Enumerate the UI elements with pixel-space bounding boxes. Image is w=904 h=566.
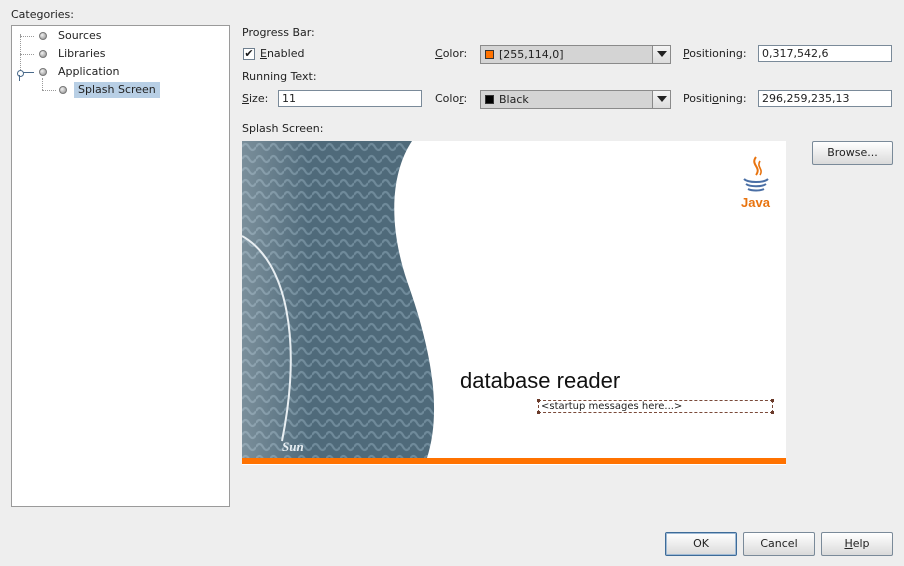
enabled-checkbox[interactable]: ✔ bbox=[243, 48, 255, 60]
categories-tree[interactable]: Sources Libraries Application Splash Scr… bbox=[11, 25, 230, 507]
color-swatch-icon bbox=[485, 95, 494, 104]
running-text-region[interactable]: <startup messages here...> bbox=[537, 399, 774, 414]
splash-background-art bbox=[242, 141, 435, 458]
running-text-section-label: Running Text: bbox=[242, 70, 317, 83]
size-label: Size: bbox=[242, 92, 269, 105]
progress-positioning-field[interactable]: 0,317,542,6 bbox=[758, 45, 892, 62]
cancel-button[interactable]: Cancel bbox=[743, 532, 815, 556]
running-positioning-label: Positioning: bbox=[683, 92, 747, 105]
tree-item-libraries[interactable]: Libraries bbox=[58, 46, 106, 62]
splash-title: database reader bbox=[460, 368, 621, 393]
progress-positioning-label: Positioning: bbox=[683, 47, 747, 60]
resize-handle[interactable] bbox=[537, 411, 540, 414]
splash-preview: Sun Java database reader <startup messag… bbox=[242, 141, 786, 465]
progress-color-label: Color: bbox=[435, 47, 468, 60]
ok-button[interactable]: OK bbox=[665, 532, 737, 556]
categories-label: Categories: bbox=[11, 8, 74, 21]
tree-connector bbox=[20, 54, 34, 55]
running-color-combo[interactable]: Black bbox=[480, 90, 671, 109]
browse-button[interactable]: Browse... bbox=[812, 141, 893, 165]
tree-item-sources[interactable]: Sources bbox=[58, 28, 102, 44]
help-button[interactable]: Help bbox=[821, 532, 893, 556]
progress-bar-preview[interactable] bbox=[242, 458, 786, 464]
tree-connector bbox=[20, 36, 34, 37]
resize-handle[interactable] bbox=[771, 411, 774, 414]
chevron-down-icon[interactable] bbox=[652, 91, 670, 108]
java-logo-text: Java bbox=[741, 195, 770, 210]
node-bullet-icon bbox=[39, 50, 47, 58]
tree-item-splash-screen[interactable]: Splash Screen bbox=[74, 82, 160, 98]
sun-logo: Sun bbox=[282, 439, 304, 454]
color-swatch-icon bbox=[485, 50, 494, 59]
splash-screen-label: Splash Screen: bbox=[242, 122, 324, 135]
running-color-value: Black bbox=[499, 93, 529, 106]
resize-handle[interactable] bbox=[537, 399, 540, 402]
running-color-label: Color: bbox=[435, 92, 468, 105]
tree-item-application[interactable]: Application bbox=[58, 64, 119, 80]
node-bullet-icon bbox=[39, 32, 47, 40]
running-text-preview: <startup messages here...> bbox=[541, 401, 683, 412]
size-field[interactable]: 11 bbox=[278, 90, 422, 107]
running-positioning-field[interactable]: 296,259,235,13 bbox=[758, 90, 892, 107]
tree-connector bbox=[42, 90, 56, 91]
node-bullet-icon bbox=[59, 86, 67, 94]
tree-connector bbox=[42, 78, 43, 90]
progress-color-combo[interactable]: [255,114,0] bbox=[480, 45, 671, 64]
resize-handle[interactable] bbox=[771, 399, 774, 402]
progress-color-value: [255,114,0] bbox=[499, 48, 564, 61]
checkmark-icon: ✔ bbox=[244, 47, 254, 60]
progress-bar-section-label: Progress Bar: bbox=[242, 26, 315, 39]
chevron-down-icon[interactable] bbox=[652, 46, 670, 63]
node-bullet-icon bbox=[39, 68, 47, 76]
enabled-label: Enabled bbox=[260, 47, 305, 60]
tree-connector bbox=[19, 75, 20, 81]
